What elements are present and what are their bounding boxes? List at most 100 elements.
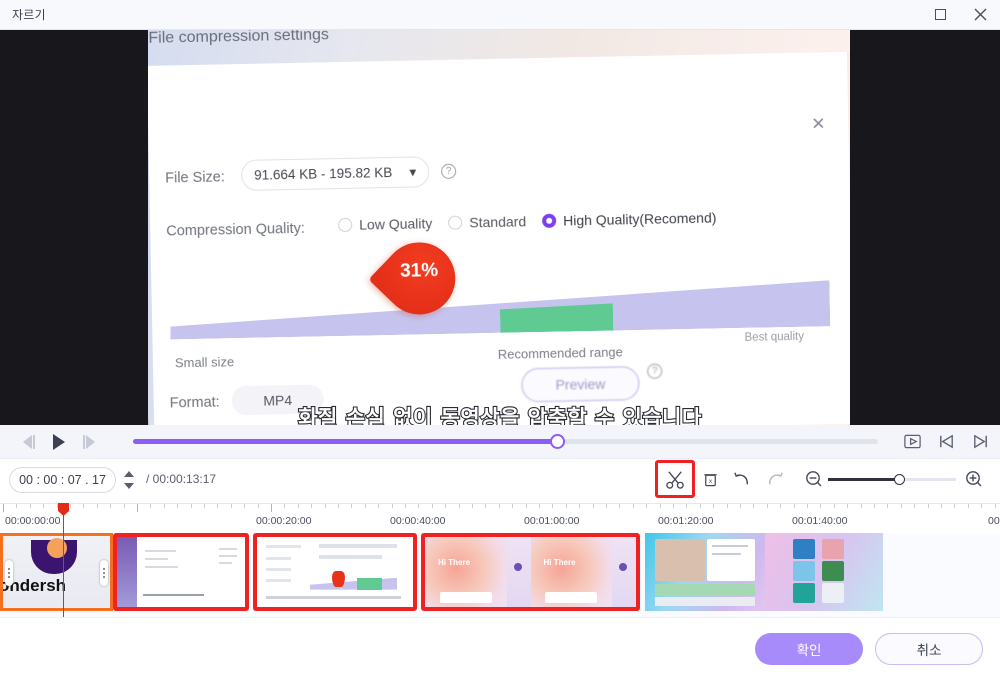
radio-dot <box>338 217 353 233</box>
scale-label-recommended: Recommended range <box>497 344 623 362</box>
cancel-button[interactable]: 취소 <box>875 633 983 665</box>
stepper-up-icon[interactable] <box>124 471 134 477</box>
video-preview-area[interactable]: ✕ File Size: 91.664 KB - 195.82 KB ▾ ? C… <box>0 30 1000 425</box>
scale-label-best: Best quality <box>744 330 805 344</box>
file-size-dropdown[interactable]: 91.664 KB - 195.82 KB ▾ <box>240 156 430 191</box>
clip-thumbnail <box>645 533 765 611</box>
radio-standard[interactable]: Standard <box>448 213 526 231</box>
stepper-down-icon[interactable] <box>124 483 134 489</box>
total-duration-label: / 00:00:13:17 <box>146 472 217 486</box>
zoom-slider-handle[interactable] <box>894 474 905 485</box>
zoom-in-glyph <box>966 471 982 487</box>
clip-thumbnail <box>765 533 883 611</box>
play-glyph <box>53 433 65 450</box>
preview-button[interactable]: Preview <box>521 366 640 403</box>
radio-label: Standard <box>469 213 527 231</box>
undo-icon[interactable] <box>730 467 754 491</box>
timeline-clip-webcam[interactable] <box>645 533 765 611</box>
prev-bar <box>33 434 35 449</box>
compression-percent-marker[interactable]: 31% <box>368 227 471 330</box>
letterbox-left <box>0 30 148 425</box>
title-bar: 자르기 <box>0 0 1000 30</box>
next-frame-icon[interactable] <box>74 427 104 457</box>
maximize-icon[interactable] <box>920 0 960 30</box>
letterbox-right <box>850 30 1000 425</box>
confirm-button[interactable]: 확인 <box>755 633 863 665</box>
next-bar <box>83 434 85 449</box>
timeline-ruler[interactable]: 00:00:00:00 00:00:20:00 00:00:40:00 00:0… <box>0 503 1000 533</box>
zoom-out-icon[interactable] <box>802 467 826 491</box>
ruler-label: 00:01:00:00 <box>524 515 580 527</box>
radio-low-quality[interactable]: Low Quality <box>338 215 432 233</box>
radio-label: Low Quality <box>359 215 433 233</box>
ruler-label: 00:00:40:00 <box>390 515 446 527</box>
timeline-clip-document[interactable] <box>113 533 249 611</box>
chevron-down-icon: ▾ <box>409 163 417 180</box>
file-size-value: 91.664 KB - 195.82 KB <box>254 164 393 183</box>
trim-handle-left[interactable] <box>5 560 13 586</box>
compression-quality-label: Compression Quality: <box>166 220 306 240</box>
transport-right-tools <box>900 429 992 453</box>
recorded-screen-content: ✕ File Size: 91.664 KB - 195.82 KB ▾ ? C… <box>140 30 865 425</box>
jump-to-start-icon[interactable] <box>934 429 958 453</box>
zoom-slider-fill <box>828 478 900 481</box>
jump-start-glyph <box>939 434 953 448</box>
close-glyph <box>974 8 986 21</box>
seek-handle[interactable] <box>550 434 565 449</box>
clip-thumbnail <box>117 537 245 607</box>
undo-glyph <box>733 472 748 484</box>
zoom-slider[interactable] <box>828 474 956 485</box>
previous-frame-icon[interactable] <box>14 427 44 457</box>
scissors-icon <box>665 470 684 489</box>
window-title: 자르기 <box>12 8 46 22</box>
jump-to-end-icon[interactable] <box>968 429 992 453</box>
seek-progress <box>133 439 557 444</box>
percent-value: 31% <box>399 260 439 282</box>
close-icon[interactable] <box>960 0 1000 30</box>
logo-dot <box>47 538 67 558</box>
timeline-clip-compression[interactable] <box>253 533 417 611</box>
recorded-close-icon: ✕ <box>811 114 826 134</box>
clip-thumbnail <box>257 537 413 607</box>
current-time-field[interactable]: 00 : 00 : 07 . 17 <box>9 467 116 493</box>
ruler-label: 00 <box>988 515 1000 527</box>
timeline-clip-hithere[interactable]: Hi There Hi There <box>421 533 640 611</box>
quality-radio-group: Low Quality Standard High Quality(Recome… <box>338 209 717 233</box>
zoom-in-icon[interactable] <box>962 467 986 491</box>
zoom-out-glyph <box>806 471 822 487</box>
quality-scale[interactable] <box>170 280 831 355</box>
play-icon[interactable] <box>44 427 74 457</box>
recorded-dialog-body: ✕ File Size: 91.664 KB - 195.82 KB ▾ ? C… <box>146 51 855 425</box>
radio-dot-selected <box>541 213 557 228</box>
help-icon[interactable]: ? <box>440 163 457 179</box>
thumb-sidebar <box>117 537 138 607</box>
radio-dot <box>448 215 463 230</box>
timeline-clip-gallery[interactable] <box>765 533 883 611</box>
time-stepper[interactable] <box>122 468 136 492</box>
clip-thumbnail: Hi There Hi There <box>425 537 636 607</box>
scale-label-small: Small size <box>174 354 235 371</box>
ruler-label: 00:00:20:00 <box>256 515 312 527</box>
trim-handle-right[interactable] <box>100 560 108 586</box>
timeline-clip-wondershare[interactable]: ondersh <box>0 533 113 611</box>
burned-subtitle: 화질 손실 없이 동영상을 압축할 수 있습니다 <box>297 405 702 425</box>
scale-recommended-range <box>499 285 613 333</box>
redo-icon[interactable] <box>762 467 786 491</box>
seek-bar[interactable] <box>133 434 878 449</box>
jump-end-glyph <box>973 434 987 448</box>
prev-glyph <box>23 434 32 449</box>
file-size-label: File Size: <box>165 169 226 187</box>
next-glyph <box>86 434 95 449</box>
clip-thumbnail: ondersh <box>3 536 110 608</box>
preview-help-icon[interactable]: ? <box>647 363 663 379</box>
delete-icon[interactable]: x <box>698 467 722 491</box>
cut-button-highlight[interactable] <box>655 460 695 498</box>
radio-label: High Quality(Recomend) <box>562 209 717 229</box>
radio-high-quality[interactable]: High Quality(Recomend) <box>541 209 717 229</box>
trash-glyph: x <box>703 473 717 486</box>
timeline-filmstrip[interactable]: ondersh Hi There Hi There <box>0 533 1000 617</box>
snapshot-icon[interactable] <box>900 429 924 453</box>
ruler-label: 00:01:40:00 <box>792 515 848 527</box>
svg-text:x: x <box>708 477 712 484</box>
playhead[interactable] <box>58 503 69 617</box>
